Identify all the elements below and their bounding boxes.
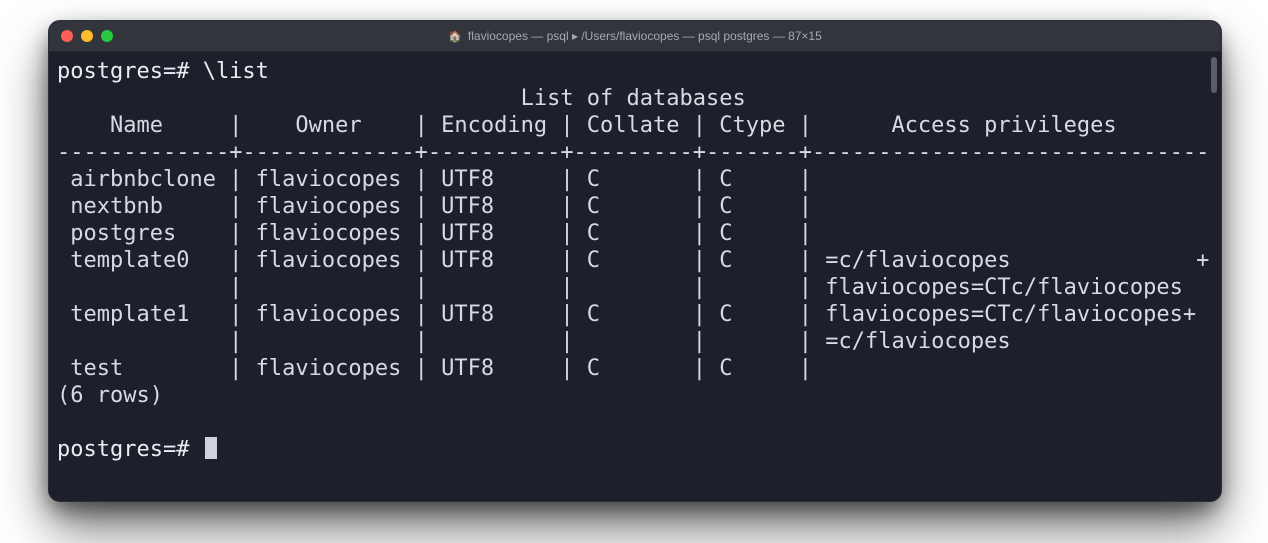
table-row: template0 | flaviocopes | UTF8 | C | C |… — [57, 248, 1209, 273]
home-icon: 🏠 — [448, 30, 462, 43]
terminal-window: 🏠 flaviocopes — psql ▸ /Users/flaviocope… — [48, 20, 1222, 502]
table-header: Name | Owner | Encoding | Collate | Ctyp… — [57, 113, 1209, 138]
table-row: | | | | | =c/flaviocopes — [57, 329, 1011, 354]
scrollbar-thumb[interactable] — [1211, 57, 1217, 93]
minimize-icon[interactable] — [81, 30, 93, 42]
window-title-text: flaviocopes — psql ▸ /Users/flaviocopes … — [468, 29, 822, 43]
table-row: postgres | flaviocopes | UTF8 | C | C | — [57, 221, 825, 246]
table-row: test | flaviocopes | UTF8 | C | C | — [57, 356, 825, 381]
zoom-icon[interactable] — [101, 30, 113, 42]
window-controls — [61, 30, 113, 42]
prompt-line: postgres=# \list — [57, 59, 269, 84]
row-count: (6 rows) — [57, 383, 163, 408]
table-title: List of databases — [57, 86, 746, 111]
window-title: 🏠 flaviocopes — psql ▸ /Users/flaviocope… — [49, 29, 1221, 43]
close-icon[interactable] — [61, 30, 73, 42]
terminal-output[interactable]: postgres=# \list List of databases Name … — [49, 52, 1221, 502]
table-row: nextbnb | flaviocopes | UTF8 | C | C | — [57, 194, 825, 219]
table-separator: -------------+-------------+----------+-… — [57, 140, 1209, 165]
prompt-idle: postgres=# — [57, 437, 203, 462]
table-row: | | | | | flaviocopes=CTc/flaviocopes — [57, 275, 1183, 300]
table-row: airbnbclone | flaviocopes | UTF8 | C | C… — [57, 167, 825, 192]
titlebar: 🏠 flaviocopes — psql ▸ /Users/flaviocope… — [49, 21, 1221, 52]
table-row: template1 | flaviocopes | UTF8 | C | C |… — [57, 302, 1196, 327]
cursor-icon — [205, 437, 217, 459]
